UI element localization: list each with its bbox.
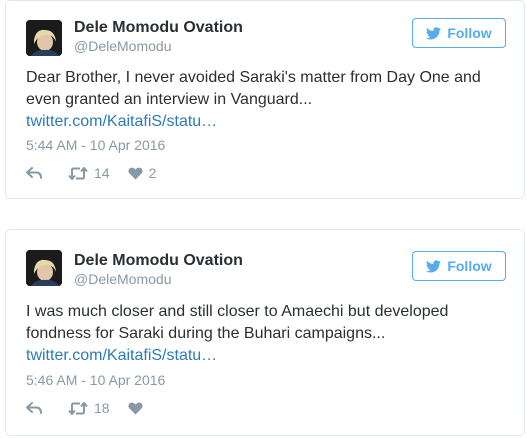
author-handle[interactable]: @DeleMomodu bbox=[74, 38, 171, 54]
reply-arrow-icon bbox=[26, 402, 42, 414]
author-handle[interactable]: @DeleMomodu bbox=[74, 271, 171, 287]
tweet-actions: 18 bbox=[26, 398, 149, 418]
follow-button[interactable]: Follow bbox=[412, 18, 506, 48]
retweet-icon bbox=[68, 401, 88, 415]
tweet-body: Dear Brother, I never avoided Saraki's m… bbox=[26, 69, 481, 108]
avatar-image bbox=[26, 20, 62, 56]
retweet-button[interactable]: 18 bbox=[68, 400, 110, 416]
tweet-card: Dele Momodu Ovation @DeleMomodu Follow I… bbox=[5, 229, 525, 436]
reply-button[interactable] bbox=[26, 402, 42, 414]
tweet-link[interactable]: twitter.com/KaitafiS/statu… bbox=[26, 111, 506, 133]
like-button[interactable] bbox=[128, 402, 149, 415]
tweet-text: Dear Brother, I never avoided Saraki's m… bbox=[26, 67, 506, 133]
follow-label: Follow bbox=[447, 25, 492, 41]
like-count: 2 bbox=[148, 165, 157, 181]
author-name[interactable]: Dele Momodu Ovation bbox=[74, 252, 243, 270]
heart-icon bbox=[128, 167, 143, 179]
twitter-bird-icon bbox=[426, 259, 442, 272]
avatar-image bbox=[26, 250, 62, 286]
timestamp[interactable]: 5:44 AM - 10 Apr 2016 bbox=[26, 137, 165, 153]
tweet-actions: 14 2 bbox=[26, 163, 156, 183]
author-name[interactable]: Dele Momodu Ovation bbox=[74, 19, 243, 37]
reply-arrow-icon bbox=[26, 167, 42, 179]
timestamp[interactable]: 5:46 AM - 10 Apr 2016 bbox=[26, 372, 165, 388]
avatar[interactable] bbox=[26, 20, 62, 56]
reply-button[interactable] bbox=[26, 167, 42, 179]
retweet-button[interactable]: 14 bbox=[68, 165, 110, 181]
tweet-link[interactable]: twitter.com/KaitafiS/statu… bbox=[26, 345, 506, 367]
avatar[interactable] bbox=[26, 250, 62, 286]
tweet-card: Dele Momodu Ovation @DeleMomodu Follow D… bbox=[5, 0, 525, 199]
like-button[interactable]: 2 bbox=[128, 165, 157, 181]
tweet-body: I was much closer and still closer to Am… bbox=[26, 303, 449, 342]
retweet-icon bbox=[68, 166, 88, 180]
retweet-count: 18 bbox=[94, 400, 110, 416]
follow-label: Follow bbox=[447, 258, 492, 274]
heart-icon bbox=[128, 402, 143, 414]
follow-button[interactable]: Follow bbox=[412, 251, 506, 281]
retweet-count: 14 bbox=[94, 165, 110, 181]
twitter-bird-icon bbox=[426, 26, 442, 39]
tweet-text: I was much closer and still closer to Am… bbox=[26, 301, 506, 367]
